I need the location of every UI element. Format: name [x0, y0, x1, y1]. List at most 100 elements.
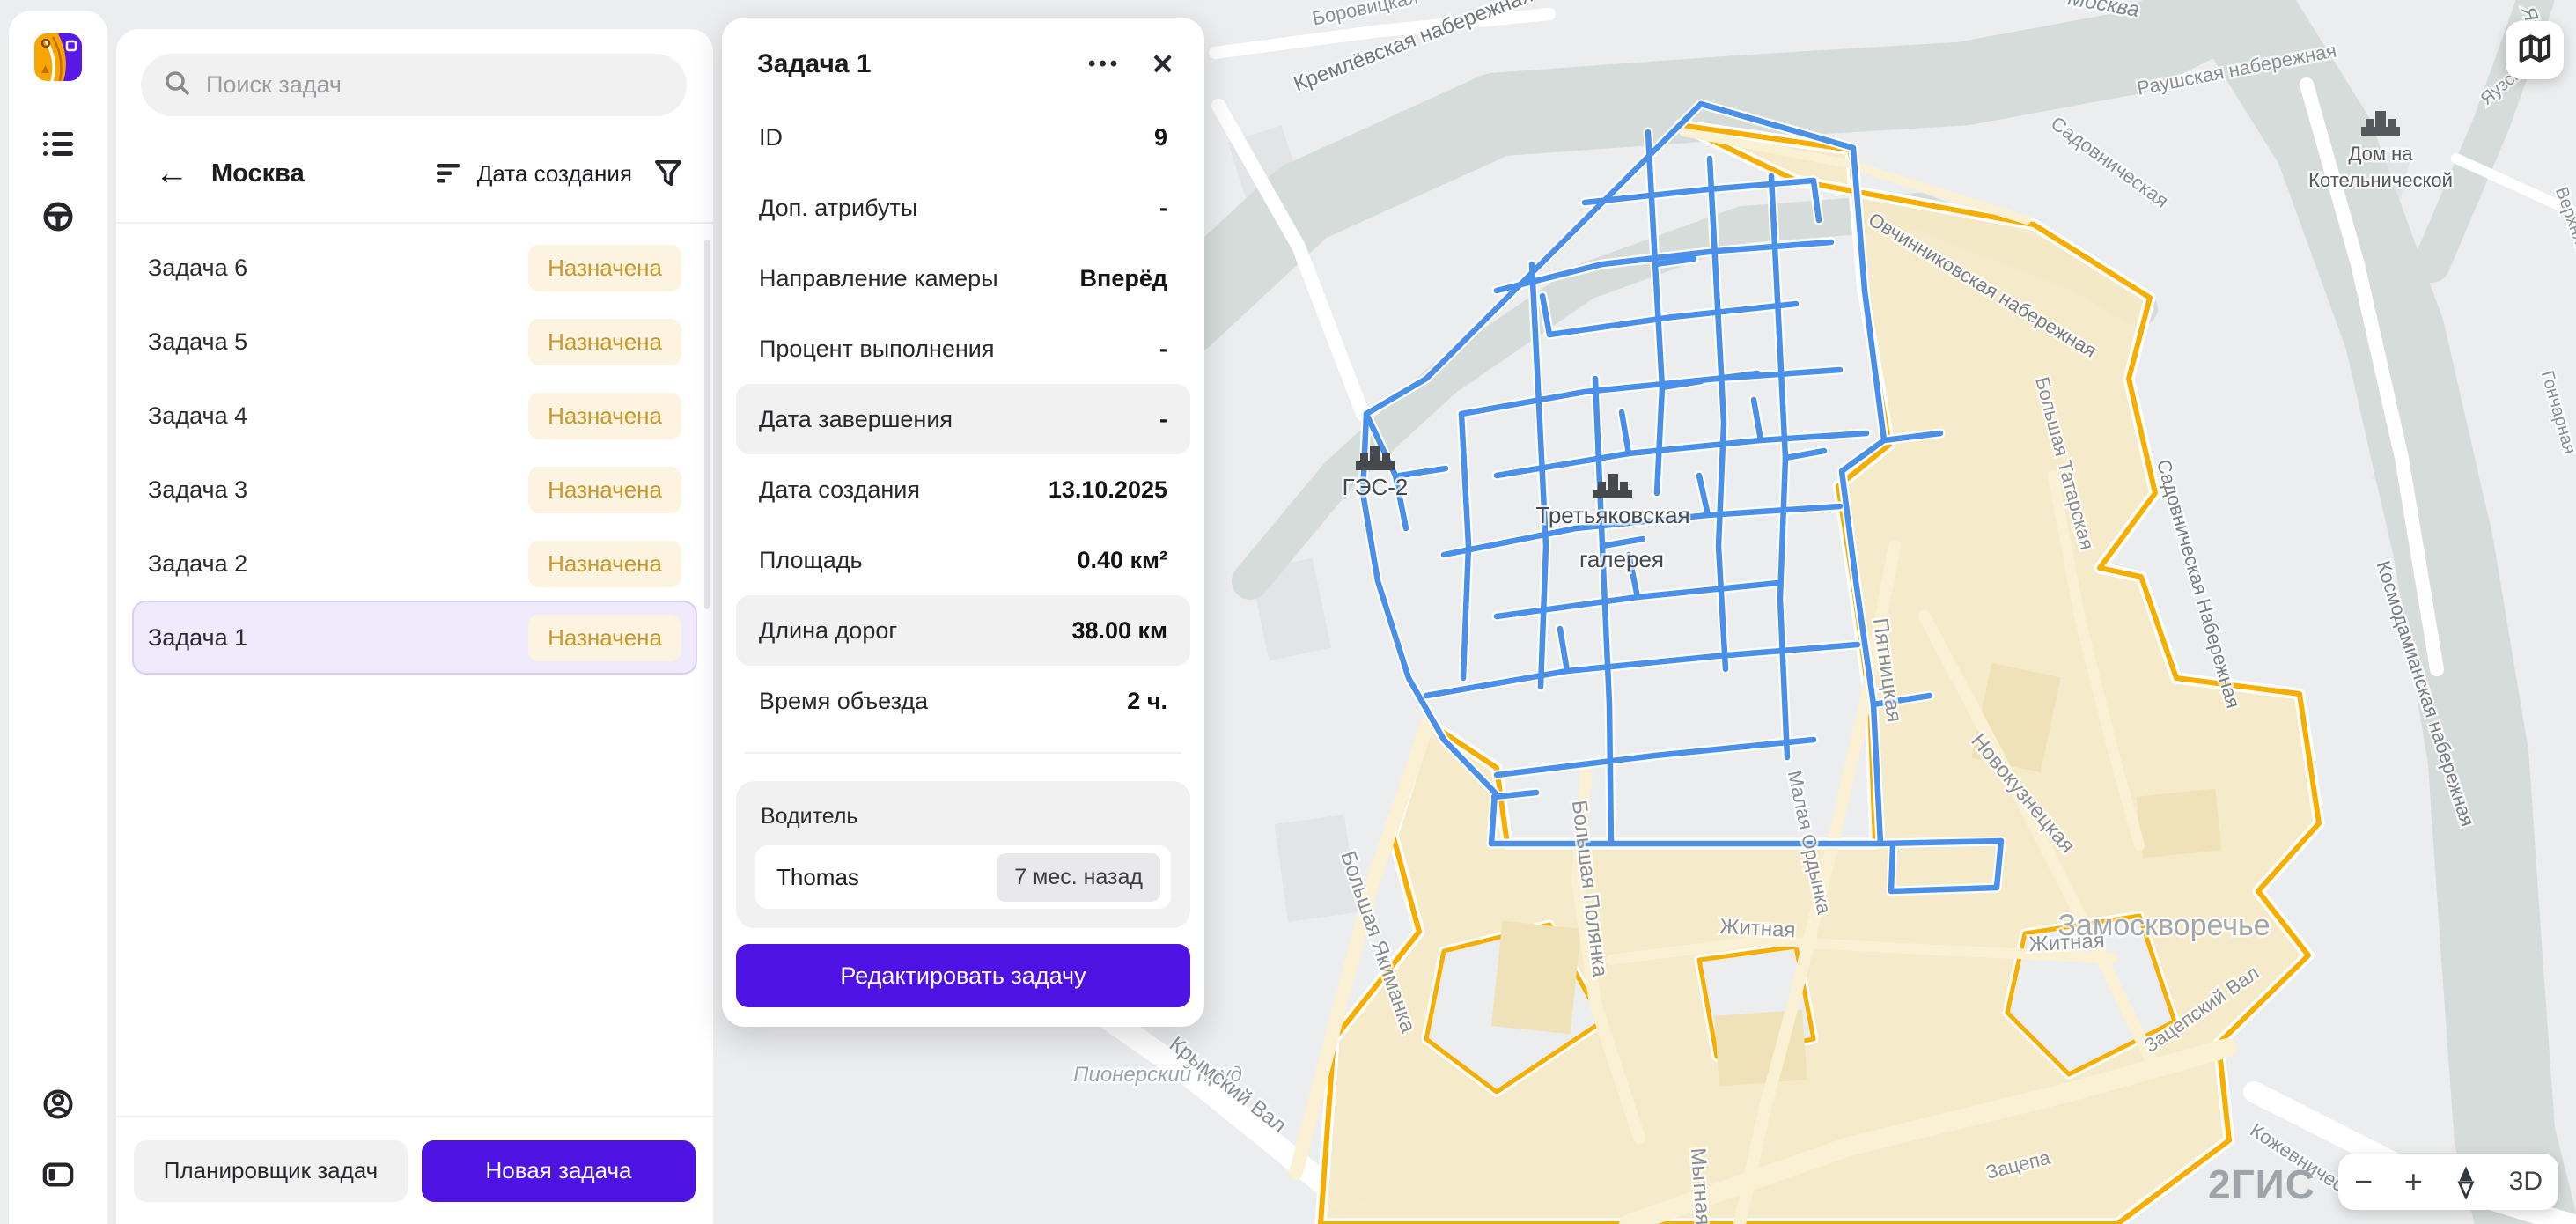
driver-ago-badge: 7 мес. назад — [997, 853, 1160, 902]
detail-row: Площадь 0.40 км² — [736, 525, 1190, 595]
sidebar-item-profile[interactable] — [42, 1088, 74, 1120]
back-button[interactable]: ← — [155, 157, 188, 190]
task-row[interactable]: Задача 3 Назначена — [132, 453, 697, 527]
task-row[interactable]: Задача 1 Назначена — [132, 601, 697, 675]
close-button[interactable]: ✕ — [1151, 48, 1174, 81]
driver-label: Водитель — [761, 804, 1171, 830]
detail-row: Время объезда 2 ч. — [736, 666, 1190, 736]
task-planner-button[interactable]: Планировщик задач — [134, 1140, 408, 1202]
task-name: Задача 6 — [148, 254, 247, 282]
map-label: ГЭС-2 — [1343, 474, 1409, 500]
task-name: Задача 3 — [148, 476, 247, 504]
sort-label: Дата создания — [477, 160, 632, 188]
map-label: галерея — [1579, 546, 1664, 572]
map-label: Дом на — [2348, 143, 2413, 165]
new-task-button[interactable]: Новая задача — [422, 1140, 696, 1202]
compass-button[interactable] — [2455, 1164, 2477, 1199]
detail-row-value: - — [1159, 195, 1167, 222]
status-badge: Назначена — [528, 615, 681, 661]
status-badge: Назначена — [528, 467, 681, 513]
sidebar-item-drivers[interactable] — [42, 201, 74, 232]
divider — [116, 222, 713, 224]
city-name: Москва — [211, 159, 305, 188]
steering-wheel-icon — [42, 201, 74, 232]
map-layers-button[interactable] — [2506, 21, 2564, 79]
detail-row-value: 38.00 км — [1071, 617, 1167, 645]
driver-section: Водитель Thomas 7 мес. назад — [736, 781, 1190, 928]
detail-row-value: - — [1159, 406, 1167, 433]
more-options-button[interactable]: ••• — [1088, 52, 1121, 77]
task-row[interactable]: Задача 5 Назначена — [132, 305, 697, 379]
detail-row-value: 0.40 км² — [1077, 547, 1167, 574]
edit-task-button[interactable]: Редактировать задачу — [736, 944, 1190, 1007]
filter-button[interactable] — [655, 159, 681, 188]
task-row[interactable]: Задача 4 Назначена — [132, 379, 697, 453]
detail-row-label: Время объезда — [759, 688, 928, 715]
task-name: Задача 5 — [148, 328, 247, 356]
sort-control[interactable]: Дата создания — [437, 160, 632, 188]
map-attribution: 2ГИС — [2208, 1161, 2315, 1208]
task-name: Задача 1 — [148, 624, 247, 652]
task-name: Задача 2 — [148, 550, 247, 578]
status-badge: Назначена — [528, 541, 681, 587]
sidebar-item-tasks[interactable] — [42, 129, 74, 160]
app-logo[interactable] — [34, 33, 82, 81]
status-badge: Назначена — [528, 319, 681, 365]
app-rail — [9, 11, 107, 1224]
zoom-out-button[interactable]: − — [2354, 1166, 2373, 1198]
detail-rows: ID 9 Доп. атрибуты - Направление камеры Вперё… — [722, 102, 1204, 736]
panel-toggle-icon — [42, 1160, 74, 1190]
detail-row-value: Вперёд — [1080, 265, 1167, 292]
map-label: Третьяковская — [1535, 502, 1689, 528]
map-label: Житная — [2028, 929, 2105, 956]
map-control-bar: − + 3D — [2338, 1154, 2558, 1210]
task-list: Задача 6НазначенаЗадача 5НазначенаЗадача… — [116, 231, 713, 1116]
detail-header: Задача 1 ••• ✕ — [722, 18, 1204, 81]
search-input[interactable]: Поиск задач — [141, 54, 687, 116]
task-row[interactable]: Задача 2 Назначена — [132, 527, 697, 601]
detail-row: Дата завершения - — [736, 384, 1190, 454]
detail-row: Направление камеры Вперёд — [736, 243, 1190, 313]
driver-row[interactable]: Thomas 7 мес. назад — [755, 845, 1171, 909]
status-badge: Назначена — [528, 393, 681, 439]
filter-icon — [655, 159, 681, 188]
task-detail-panel: Задача 1 ••• ✕ ID 9 Доп. атрибуты - Направле… — [722, 18, 1204, 1027]
detail-row-value: 9 — [1154, 124, 1167, 151]
detail-row-value: 2 ч. — [1127, 688, 1167, 715]
detail-row-label: Направление камеры — [759, 265, 998, 292]
driver-name: Thomas — [776, 864, 859, 891]
detail-row-label: ID — [759, 124, 783, 151]
detail-row: Процент выполнения - — [736, 313, 1190, 384]
sidebar-item-panel-toggle[interactable] — [42, 1159, 74, 1191]
detail-row: Длина дорог 38.00 км — [736, 595, 1190, 666]
search-placeholder: Поиск задач — [206, 71, 342, 99]
folded-map-icon — [2515, 29, 2554, 72]
detail-row-label: Дата завершения — [759, 406, 953, 433]
search-icon — [164, 70, 190, 100]
map-label: Котельнической — [2308, 169, 2453, 191]
detail-row-label: Длина дорог — [759, 617, 897, 645]
compass-needle-icon — [2455, 1164, 2477, 1199]
detail-row-value: - — [1159, 335, 1167, 363]
sort-icon — [437, 162, 463, 185]
detail-row-label: Дата создания — [759, 476, 920, 504]
detail-row: ID 9 — [736, 102, 1190, 173]
profile-icon — [42, 1088, 74, 1120]
task-name: Задача 4 — [148, 402, 247, 430]
map-label: Житная — [1719, 915, 1796, 942]
task-row[interactable]: Задача 6 Назначена — [132, 231, 697, 305]
detail-row: Дата создания 13.10.2025 — [736, 454, 1190, 525]
scrollbar[interactable] — [704, 240, 710, 609]
task-panel: Поиск задач ← Москва Дата создания Задач… — [116, 29, 713, 1224]
detail-row-label: Площадь — [759, 547, 863, 574]
city-header: ← Москва Дата создания — [155, 157, 681, 190]
toggle-3d-button[interactable]: 3D — [2509, 1169, 2543, 1195]
detail-row-value: 13.10.2025 — [1049, 476, 1167, 504]
task-list-icon — [43, 130, 73, 159]
zoom-in-button[interactable]: + — [2404, 1166, 2423, 1198]
divider — [745, 752, 1181, 754]
detail-row-label: Доп. атрибуты — [759, 195, 917, 222]
detail-row: Доп. атрибуты - — [736, 173, 1190, 243]
status-badge: Назначена — [528, 245, 681, 291]
detail-row-label: Процент выполнения — [759, 335, 994, 363]
